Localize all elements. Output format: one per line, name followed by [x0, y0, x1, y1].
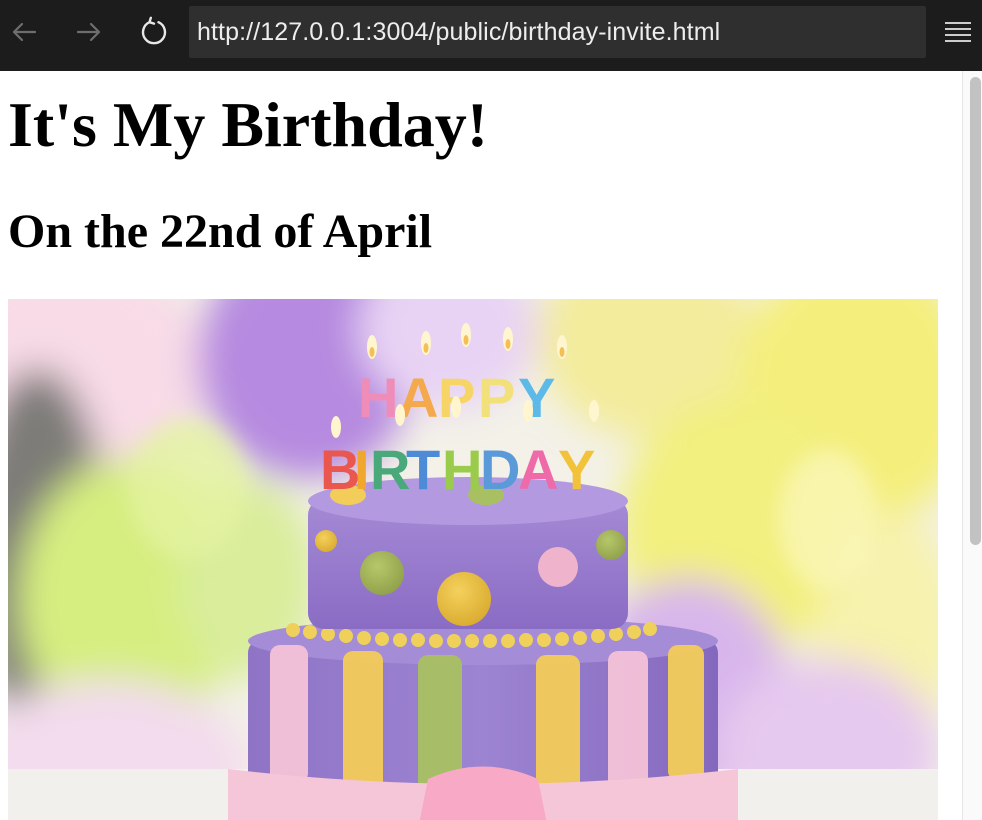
svg-text:H: H	[442, 438, 482, 501]
menu-button[interactable]	[940, 15, 976, 49]
svg-text:A: A	[518, 438, 558, 501]
browser-window: http://127.0.0.1:3004/public/birthday-in…	[0, 0, 982, 820]
page-viewport: It's My Birthday! On the 22nd of April B…	[0, 71, 962, 820]
hamburger-menu-icon	[945, 22, 971, 42]
browser-toolbar: http://127.0.0.1:3004/public/birthday-in…	[0, 0, 982, 71]
page-subtitle: On the 22nd of April	[8, 205, 433, 258]
url-text: http://127.0.0.1:3004/public/birthday-in…	[197, 17, 721, 46]
svg-text:R: R	[370, 438, 410, 501]
back-button[interactable]	[4, 12, 44, 52]
arrow-right-icon	[76, 22, 101, 42]
arrow-left-icon	[12, 22, 37, 42]
svg-text:I: I	[354, 438, 370, 501]
svg-text:P: P	[478, 366, 515, 429]
svg-text:H: H	[358, 366, 398, 429]
reload-button[interactable]	[134, 12, 174, 52]
svg-text:T: T	[406, 438, 440, 501]
svg-text:Y: Y	[518, 366, 555, 429]
vertical-scrollbar[interactable]	[962, 71, 982, 820]
svg-text:D: D	[480, 438, 520, 501]
page-title: It's My Birthday!	[8, 89, 488, 160]
svg-text:Y: Y	[558, 438, 595, 501]
scrollbar-thumb[interactable]	[970, 77, 981, 545]
birthday-cake-image: B I R T H D A Y H A P P Y	[8, 299, 938, 820]
address-bar[interactable]: http://127.0.0.1:3004/public/birthday-in…	[189, 6, 926, 58]
forward-button[interactable]	[69, 12, 109, 52]
reload-icon	[141, 16, 167, 45]
